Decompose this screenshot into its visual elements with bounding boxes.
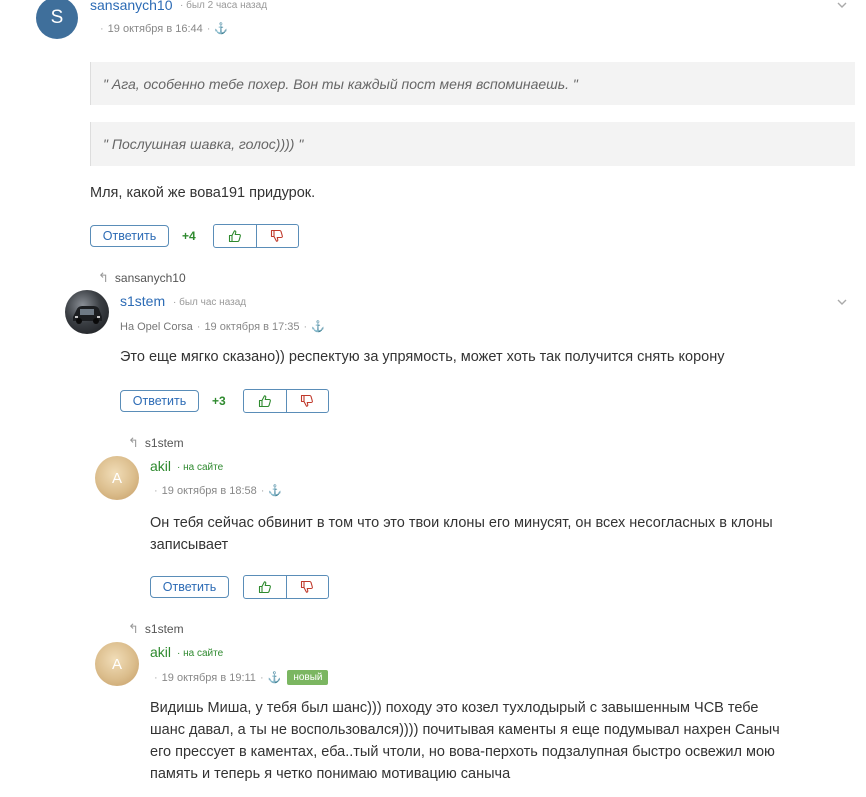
comment-meta: · 19 октября в 18:58 · ⚓ <box>154 484 283 497</box>
vote-buttons <box>243 575 329 599</box>
comment-date[interactable]: 19 октября в 17:35 <box>204 321 299 333</box>
reply-arrow-icon: ↰ <box>128 435 139 450</box>
comment-text-line: Он тебя сейчас обвинит в том что это тво… <box>150 515 773 531</box>
comment-text-line: записывает <box>150 537 229 553</box>
user-status: · был 2 часа назад <box>180 0 268 11</box>
vote-buttons <box>213 224 299 248</box>
reply-button[interactable]: Ответить <box>150 576 229 598</box>
user-status: · на сайте <box>177 462 224 473</box>
avatar-letter: S <box>50 7 64 28</box>
avatar[interactable]: S <box>36 0 78 39</box>
username-link[interactable]: akil <box>150 644 171 660</box>
reply-button[interactable]: Ответить <box>90 225 169 247</box>
thumb-up-icon <box>228 230 241 243</box>
reply-to-name: s1stem <box>144 622 184 636</box>
username-link[interactable]: sansanych10 <box>90 0 173 13</box>
thumb-up-icon <box>258 395 271 408</box>
car-photo <box>73 306 102 324</box>
comment-text: Видишь Миша, у тебя был шанс))) походу э… <box>150 697 780 785</box>
quote-block: " Ага, особенно тебе похер. Вон ты кажды… <box>90 62 855 105</box>
comment-text-line: его прессует в каментах, еба..тый чтоли,… <box>150 744 775 760</box>
reply-to-link[interactable]: ↰ sansanych10 <box>98 270 186 286</box>
anchor-icon[interactable]: ⚓ <box>311 320 325 333</box>
quote-block: " Послушная шавка, голос)))) " <box>90 122 855 166</box>
car-link[interactable]: Opel Corsa <box>137 321 193 333</box>
dislike-button[interactable] <box>285 390 329 412</box>
anchor-icon[interactable]: ⚓ <box>268 484 282 497</box>
thumb-up-icon <box>258 581 271 594</box>
quote-text: " Ага, особенно тебе похер. Вон ты кажды… <box>103 75 578 92</box>
comment-text-line: память и теперь я четко понимаю мотиваци… <box>150 766 511 782</box>
comment-date[interactable]: 19 октября в 18:58 <box>162 485 257 497</box>
reply-to-link[interactable]: ↰ s1stem <box>128 435 184 451</box>
comment-meta: · 19 октября в 19:11 · ⚓ новый <box>150 670 329 685</box>
comment-text: Мля, какой же вова191 придурок. <box>90 185 316 201</box>
comment-score: +3 <box>212 394 226 408</box>
comment-text: Он тебя сейчас обвинит в том что это тво… <box>150 512 773 556</box>
avatar[interactable]: A <box>95 642 139 686</box>
avatar-letter: A <box>111 655 122 673</box>
comment-text: Это еще мягко сказано)) респектую за упр… <box>120 349 725 365</box>
new-badge: новый <box>287 670 329 685</box>
comment-meta: · 19 октября в 16:44 · ⚓ <box>100 22 229 35</box>
comment-score: +4 <box>182 229 196 243</box>
chevron-down-icon[interactable] <box>836 0 848 11</box>
quote-text: " Послушная шавка, голос)))) " <box>103 136 304 152</box>
comment-text-line: Видишь Миша, у тебя был шанс))) походу э… <box>150 700 759 716</box>
like-button[interactable] <box>244 390 286 412</box>
comment-meta: На Opel Corsa · 19 октября в 17:35 · ⚓ <box>120 320 325 333</box>
car-prefix: На <box>120 321 135 333</box>
reply-to-name: sansanych10 <box>114 271 186 285</box>
reply-arrow-icon: ↰ <box>128 621 139 636</box>
dislike-button[interactable] <box>285 576 329 598</box>
vote-buttons <box>243 389 329 413</box>
comment-date[interactable]: 19 октября в 19:11 <box>162 672 256 684</box>
username-link[interactable]: akil <box>150 458 171 474</box>
thumb-down-icon <box>271 229 284 242</box>
reply-to-name: s1stem <box>144 436 184 450</box>
dislike-button[interactable] <box>255 225 299 247</box>
reply-to-link[interactable]: ↰ s1stem <box>128 621 184 637</box>
avatar-letter: A <box>111 469 122 487</box>
comment-date[interactable]: 19 октября в 16:44 <box>108 23 203 35</box>
like-button[interactable] <box>214 225 256 247</box>
username-link[interactable]: s1stem <box>120 293 165 309</box>
user-status: · был час назад <box>173 297 247 308</box>
reply-button[interactable]: Ответить <box>120 390 199 412</box>
avatar[interactable]: A <box>95 456 139 500</box>
user-status: · на сайте <box>177 648 224 659</box>
thumb-down-icon <box>301 394 314 407</box>
thumb-down-icon <box>301 580 314 593</box>
comment-text-line: шанс давал, а ты не воспользовался)))) п… <box>150 722 780 738</box>
chevron-down-icon[interactable] <box>836 296 848 308</box>
like-button[interactable] <box>244 576 286 598</box>
avatar[interactable] <box>65 290 109 334</box>
anchor-icon[interactable]: ⚓ <box>268 671 282 684</box>
reply-arrow-icon: ↰ <box>98 270 109 285</box>
anchor-icon[interactable]: ⚓ <box>214 22 228 35</box>
